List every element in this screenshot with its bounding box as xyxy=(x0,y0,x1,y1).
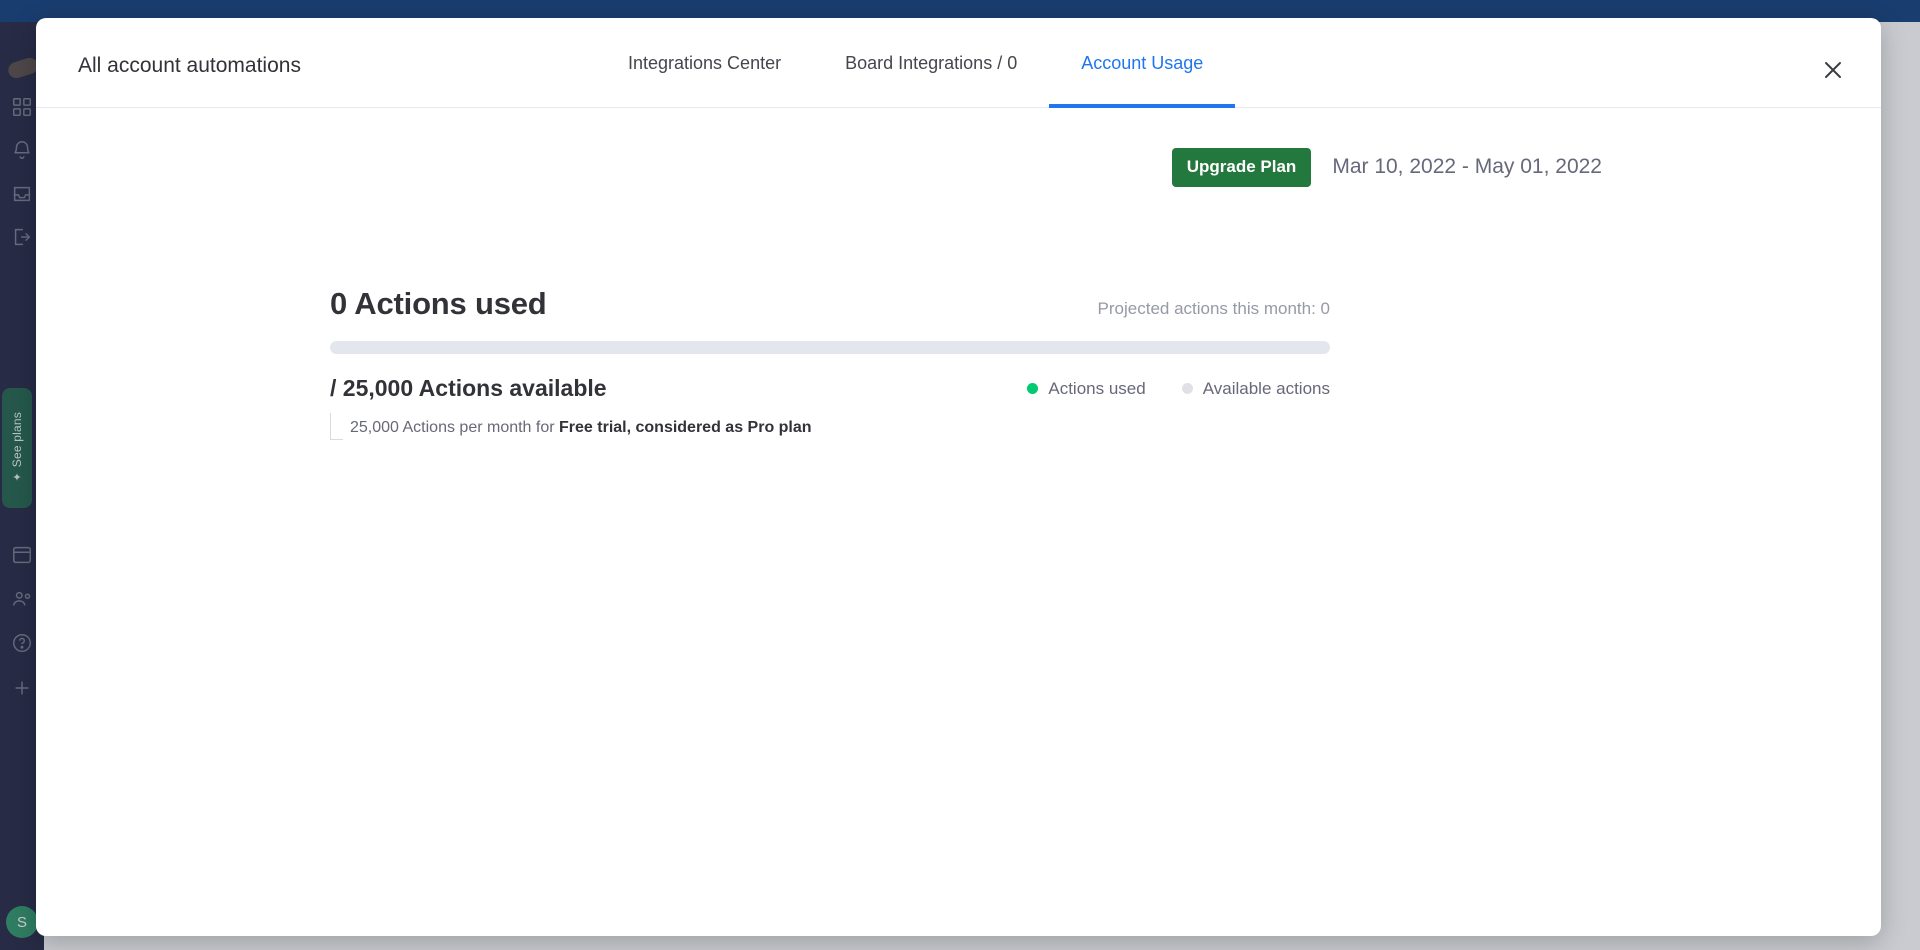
usage-summary: 0 Actions used Projected actions this mo… xyxy=(330,286,1330,440)
plan-note-prefix: 25,000 Actions per month for xyxy=(350,419,560,436)
plan-note-wrapper: 25,000 Actions per month for Free trial,… xyxy=(330,413,1330,440)
legend-available-actions: Available actions xyxy=(1181,378,1330,399)
tab-board-integrations[interactable]: Board Integrations / 0 xyxy=(813,18,1049,108)
projected-actions-label: Projected actions this month: 0 xyxy=(1097,299,1330,318)
legend-available-actions-label: Available actions xyxy=(1202,378,1330,398)
tab-bar: Integrations Center Board Integrations /… xyxy=(596,18,1236,108)
usage-legend: Actions used Available actions xyxy=(1027,379,1330,399)
plan-note: 25,000 Actions per month for Free trial,… xyxy=(350,419,1330,437)
legend-dot-available-icon xyxy=(1181,383,1193,394)
legend-actions-used-label: Actions used xyxy=(1048,378,1146,398)
close-icon[interactable] xyxy=(1819,56,1847,84)
tab-account-usage[interactable]: Account Usage xyxy=(1049,18,1236,108)
upgrade-plan-button[interactable]: Upgrade Plan xyxy=(1171,148,1312,187)
legend-dot-used-icon xyxy=(1027,383,1039,394)
usage-header-row: 0 Actions used Projected actions this mo… xyxy=(330,286,1330,322)
account-usage-panel: Upgrade Plan Mar 10, 2022 - May 01, 2022… xyxy=(36,108,1881,936)
plan-note-connector-line xyxy=(330,413,343,440)
modal-header: All account automations Integrations Cen… xyxy=(36,18,1881,108)
usage-progress-bar xyxy=(330,341,1330,354)
plan-note-plan-name: Free trial, considered as Pro plan xyxy=(559,419,812,436)
actions-used-heading: 0 Actions used xyxy=(330,286,547,321)
tab-integrations-center[interactable]: Integrations Center xyxy=(596,18,813,108)
legend-actions-used: Actions used xyxy=(1027,378,1146,399)
modal-overlay: All account automations Integrations Cen… xyxy=(0,0,1920,950)
all-account-automations-dialog: All account automations Integrations Cen… xyxy=(36,18,1881,936)
usage-footer-row: / 25,000 Actions available Actions used … xyxy=(330,375,1330,402)
actions-available-heading: / 25,000 Actions available xyxy=(330,375,607,401)
usage-toolbar: Upgrade Plan Mar 10, 2022 - May 01, 2022 xyxy=(1171,148,1602,187)
usage-date-range: Mar 10, 2022 - May 01, 2022 xyxy=(1332,155,1602,179)
page-title: All account automations xyxy=(78,54,301,77)
